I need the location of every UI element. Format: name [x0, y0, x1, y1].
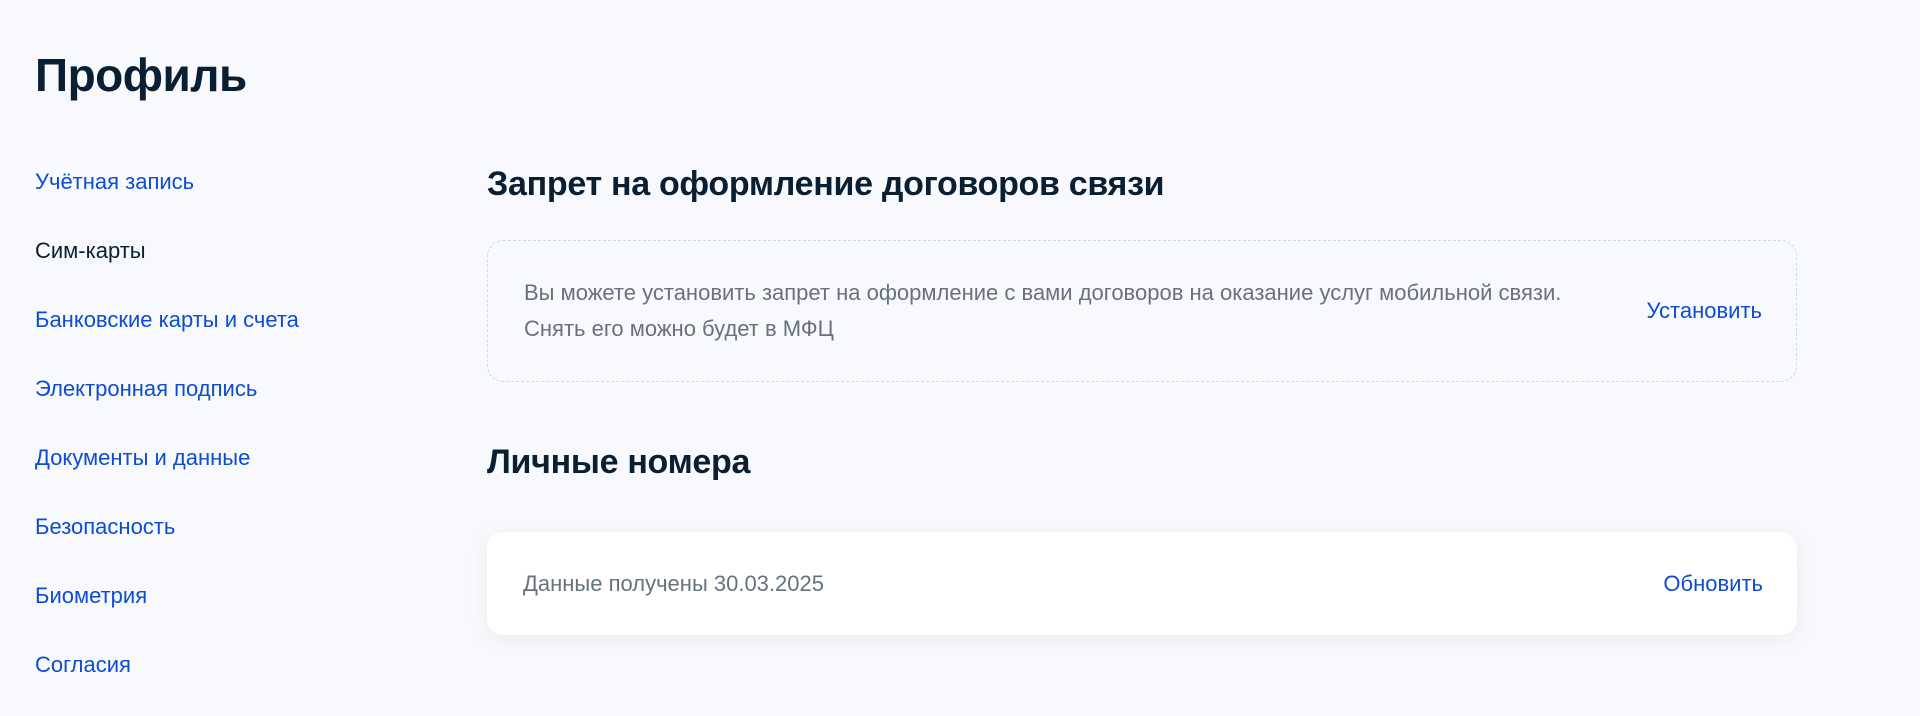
sidebar-item-bank-cards[interactable]: Банковские карты и счета	[35, 302, 415, 371]
set-ban-link[interactable]: Установить	[1647, 298, 1762, 324]
sidebar-item-consents[interactable]: Согласия	[35, 647, 415, 716]
numbers-section-title: Личные номера	[487, 443, 751, 481]
sidebar-item-e-signature[interactable]: Электронная подпись	[35, 371, 415, 440]
main-content: Запрет на оформление договоров связи Вы …	[487, 160, 1797, 635]
ban-card: Вы можете установить запрет на оформлени…	[487, 240, 1797, 382]
sidebar-nav: Учётная запись Сим-карты Банковские карт…	[35, 164, 415, 716]
sidebar-item-account[interactable]: Учётная запись	[35, 164, 415, 233]
ban-section-title: Запрет на оформление договоров связи	[487, 165, 1165, 203]
sidebar-item-sim-cards[interactable]: Сим-карты	[35, 233, 415, 302]
sidebar-item-security[interactable]: Безопасность	[35, 509, 415, 578]
sidebar-item-documents[interactable]: Документы и данные	[35, 440, 415, 509]
page-title: Профиль	[35, 49, 247, 101]
numbers-status-text: Данные получены 30.03.2025	[523, 570, 824, 596]
ban-card-text: Вы можете установить запрет на оформлени…	[524, 280, 1562, 341]
refresh-link[interactable]: Обновить	[1663, 571, 1763, 597]
numbers-card: Данные получены 30.03.2025 Обновить	[487, 532, 1797, 635]
sidebar-item-biometrics[interactable]: Биометрия	[35, 578, 415, 647]
